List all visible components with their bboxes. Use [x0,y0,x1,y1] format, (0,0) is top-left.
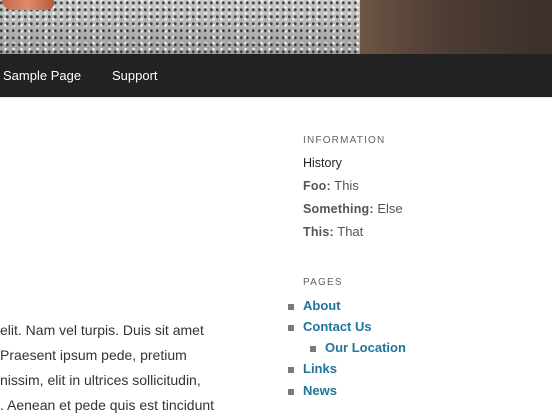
nav-divider [0,97,552,98]
page-link-our-location[interactable]: Our Location [325,340,406,355]
info-row-foo: Foo: This [303,178,359,193]
list-bullet-icon [288,325,294,331]
list-bullet-icon [288,389,294,395]
nav-item-sample-page[interactable]: Sample Page [3,68,81,83]
info-key: Foo: [303,179,331,193]
nav-item-support[interactable]: Support [112,68,158,83]
info-row-something: Something: Else [303,201,403,216]
list-bullet-icon [288,367,294,373]
content-line: Praesent ipsum pede, pretium [0,347,187,363]
info-row-this: This: That [303,224,363,239]
page-link-contact-us[interactable]: Contact Us [303,319,372,334]
information-widget-title: INFORMATION [303,135,386,146]
stone-texture [0,0,364,54]
post-content: elit. Nam vel turpis. Duis sit amet Prae… [0,318,250,418]
info-key: This: [303,225,334,239]
page-link-news[interactable]: News [303,383,337,398]
content-line: nissim, elit in ultrices sollicitudin, [0,372,201,388]
header-image [0,0,552,54]
list-bullet-icon [310,346,316,352]
page-link-about[interactable]: About [303,298,341,313]
info-key: Something: [303,202,374,216]
info-value: That [337,224,364,239]
info-value: Else [377,201,403,216]
content-line: . Aenean et pede quis est tincidunt [0,397,215,413]
list-bullet-icon [288,304,294,310]
page-link-links[interactable]: Links [303,361,337,376]
info-value: This [334,178,359,193]
main-navigation: Sample Page Support [0,54,552,97]
pages-widget-title: PAGES [303,277,343,288]
copper-object [2,0,54,10]
dark-background [360,0,552,54]
history-link[interactable]: History [303,156,342,170]
content-line: elit. Nam vel turpis. Duis sit amet [0,322,204,338]
